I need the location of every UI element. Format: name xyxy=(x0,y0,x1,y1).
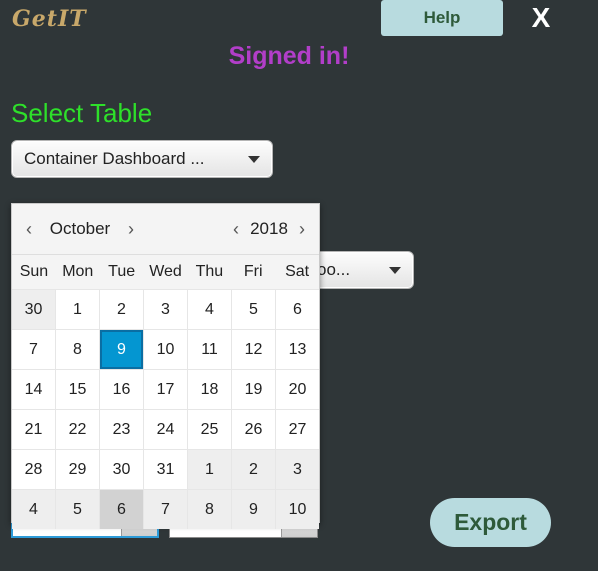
calendar-day[interactable]: 20 xyxy=(276,370,319,409)
second-select-value: oo... xyxy=(317,260,351,279)
prev-month-icon[interactable]: ‹ xyxy=(18,219,40,240)
calendar-day-selected[interactable]: 9 xyxy=(100,330,143,369)
calendar-day[interactable]: 2 xyxy=(232,450,275,489)
export-button[interactable]: Export xyxy=(430,498,551,547)
calendar-day[interactable]: 25 xyxy=(188,410,231,449)
calendar-day[interactable]: 7 xyxy=(12,330,55,369)
calendar-day[interactable]: 31 xyxy=(144,450,187,489)
calendar-day[interactable]: 27 xyxy=(276,410,319,449)
weekday-label: Wed xyxy=(149,263,182,280)
calendar-day[interactable]: 4 xyxy=(188,290,231,329)
calendar-day[interactable]: 3 xyxy=(144,290,187,329)
calendar-day[interactable]: 2 xyxy=(100,290,143,329)
app-logo: GetIT xyxy=(12,6,87,32)
calendar-day[interactable]: 5 xyxy=(232,290,275,329)
calendar-day[interactable]: 19 xyxy=(232,370,275,409)
status-message: Signed in! xyxy=(228,42,350,70)
calendar-day[interactable]: 8 xyxy=(56,330,99,369)
calendar-day[interactable]: 30 xyxy=(12,290,55,329)
calendar-day-today[interactable]: 6 xyxy=(100,490,143,529)
calendar-day[interactable]: 5 xyxy=(56,490,99,529)
calendar-day[interactable]: 18 xyxy=(188,370,231,409)
weekday-label: Thu xyxy=(195,263,224,280)
calendar-day[interactable]: 10 xyxy=(144,330,187,369)
weekday-label: Tue xyxy=(108,263,136,280)
calendar-day[interactable]: 15 xyxy=(56,370,99,409)
chevron-down-icon xyxy=(389,266,401,274)
chevron-down-icon xyxy=(248,155,260,163)
calendar-day[interactable]: 3 xyxy=(276,450,319,489)
year-label: 2018 xyxy=(250,219,288,238)
calendar-day[interactable]: 29 xyxy=(56,450,99,489)
calendar-day[interactable]: 23 xyxy=(100,410,143,449)
calendar-day[interactable]: 1 xyxy=(188,450,231,489)
calendar-day[interactable]: 4 xyxy=(12,490,55,529)
prev-year-icon[interactable]: ‹ xyxy=(225,219,247,240)
next-year-icon[interactable]: › xyxy=(291,219,313,240)
weekday-header: Sun Mon Tue Wed Thu Fri Sat xyxy=(12,254,319,289)
table-select-dropdown[interactable]: Container Dashboard ... xyxy=(11,140,273,178)
calendar-day[interactable]: 14 xyxy=(12,370,55,409)
month-navigation: ‹ October › xyxy=(12,219,142,240)
year-navigation: ‹ 2018 › xyxy=(225,219,319,240)
calendar-day[interactable]: 9 xyxy=(232,490,275,529)
calendar-day[interactable]: 28 xyxy=(12,450,55,489)
calendar-day[interactable]: 26 xyxy=(232,410,275,449)
calendar-day[interactable]: 6 xyxy=(276,290,319,329)
calendar-day[interactable]: 11 xyxy=(188,330,231,369)
calendar-day[interactable]: 22 xyxy=(56,410,99,449)
calendar-day[interactable]: 24 xyxy=(144,410,187,449)
weekday-label: Mon xyxy=(62,263,94,280)
calendar-day-grid: 30 1 2 3 4 5 6 7 8 9 10 11 12 13 14 15 16 17 18 19 20 21 22 23 2… xyxy=(12,289,319,529)
calendar-header: ‹ October › ‹ 2018 › xyxy=(12,204,319,254)
calendar-day[interactable]: 13 xyxy=(276,330,319,369)
weekday-label: Sat xyxy=(285,263,310,280)
calendar-day[interactable]: 10 xyxy=(276,490,319,529)
calendar-day[interactable]: 12 xyxy=(232,330,275,369)
calendar-day[interactable]: 17 xyxy=(144,370,187,409)
calendar-day[interactable]: 21 xyxy=(12,410,55,449)
weekday-label: Sun xyxy=(19,263,49,280)
calendar-day[interactable]: 30 xyxy=(100,450,143,489)
weekday-label: Fri xyxy=(243,263,263,280)
table-select-value: Container Dashboard ... xyxy=(24,149,205,168)
calendar-day[interactable]: 7 xyxy=(144,490,187,529)
date-picker-popup: ‹ October › ‹ 2018 › Sun Mon Tue Wed Thu… xyxy=(11,203,320,529)
help-button[interactable]: Help xyxy=(381,0,503,36)
close-button[interactable]: X xyxy=(524,0,558,36)
calendar-day[interactable]: 8 xyxy=(188,490,231,529)
month-label: October xyxy=(49,219,111,238)
calendar-day[interactable]: 1 xyxy=(56,290,99,329)
next-month-icon[interactable]: › xyxy=(120,219,142,240)
calendar-day[interactable]: 16 xyxy=(100,370,143,409)
select-table-label: Select Table xyxy=(11,98,153,128)
